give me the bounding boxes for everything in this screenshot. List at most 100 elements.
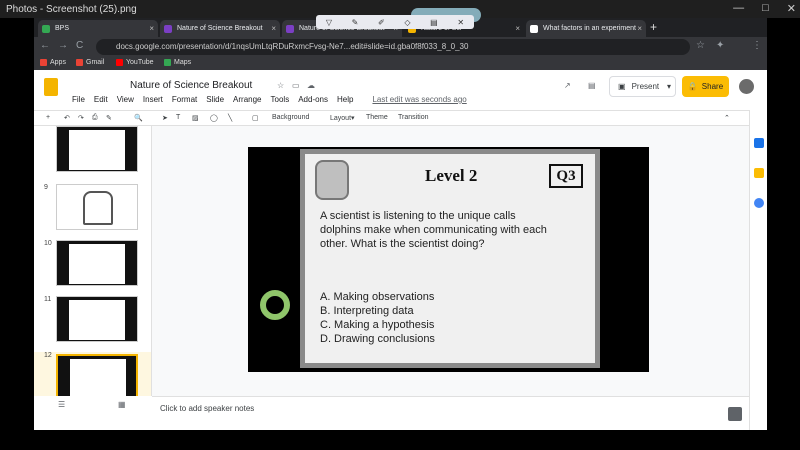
zoom-button[interactable]: 🔍 bbox=[134, 114, 143, 122]
tab-close-icon[interactable]: × bbox=[149, 24, 154, 33]
pen-icon[interactable]: ✎ bbox=[352, 18, 359, 27]
shape-icon[interactable]: ◯ bbox=[210, 114, 218, 122]
menu-tools[interactable]: Tools bbox=[271, 95, 290, 104]
close-overlay-icon[interactable]: ✕ bbox=[457, 18, 464, 27]
new-slide-button[interactable]: + bbox=[46, 114, 50, 121]
undo-icon[interactable]: ↶ bbox=[64, 114, 70, 122]
tab-label: What factors in an experiment bbox=[543, 25, 636, 32]
gmail-icon bbox=[76, 59, 83, 66]
print-icon[interactable]: ⎙ bbox=[92, 114, 98, 122]
menu-help[interactable]: Help bbox=[337, 95, 353, 104]
menu-arrange[interactable]: Arrange bbox=[233, 95, 261, 104]
background-button[interactable]: Background bbox=[272, 114, 309, 121]
tasks-icon[interactable] bbox=[754, 198, 764, 208]
maximize-button[interactable]: □ bbox=[762, 2, 769, 15]
menu-addons[interactable]: Add-ons bbox=[298, 95, 328, 104]
share-button[interactable]: 🔒 Share bbox=[682, 76, 729, 97]
tab-close-icon[interactable]: × bbox=[515, 24, 520, 33]
slides-favicon-icon bbox=[164, 24, 172, 33]
line-icon[interactable]: ╲ bbox=[228, 114, 232, 122]
activity-icon[interactable]: ↗ bbox=[564, 81, 571, 90]
doc-title[interactable]: Nature of Science Breakout bbox=[130, 80, 252, 91]
slide-thumbnail[interactable] bbox=[56, 296, 138, 342]
answer-d: D. Drawing conclusions bbox=[320, 333, 435, 345]
calendar-icon[interactable] bbox=[754, 138, 764, 148]
close-button[interactable]: ✕ bbox=[787, 2, 796, 15]
menu-file[interactable]: File bbox=[72, 95, 85, 104]
menu-slide[interactable]: Slide bbox=[206, 95, 224, 104]
keep-icon[interactable] bbox=[754, 168, 764, 178]
thumbnail-12-selected[interactable]: 12 bbox=[34, 352, 151, 396]
textbox-icon[interactable]: T bbox=[176, 114, 180, 121]
bookmark-label: Maps bbox=[174, 59, 192, 66]
grid-view-icon[interactable]: ▦ bbox=[118, 400, 126, 409]
answer-list: A. Making observations B. Interpreting d… bbox=[320, 290, 435, 346]
tab-what-factors[interactable]: What factors in an experiment × bbox=[526, 20, 646, 37]
reload-button[interactable]: C bbox=[76, 40, 83, 51]
youtube-icon bbox=[116, 59, 123, 66]
bookmark-youtube[interactable]: YouTube bbox=[116, 59, 154, 66]
last-edit-link[interactable]: Last edit was seconds ago bbox=[372, 95, 466, 104]
back-button[interactable]: ← bbox=[40, 40, 50, 51]
star-icon[interactable]: ☆ bbox=[696, 40, 705, 51]
move-folder-icon[interactable]: ▭ bbox=[292, 81, 300, 90]
photos-window-title: Photos - Screenshot (25).png bbox=[6, 4, 137, 15]
present-icon: ▣ bbox=[618, 82, 626, 91]
chevron-right-icon[interactable]: › bbox=[754, 428, 764, 430]
slides-logo-icon[interactable] bbox=[44, 78, 58, 96]
menu-insert[interactable]: Insert bbox=[143, 95, 163, 104]
menu-bar: File Edit View Insert Format Slide Arran… bbox=[72, 95, 467, 104]
slide-thumbnail[interactable] bbox=[56, 126, 138, 172]
minimize-button[interactable]: — bbox=[733, 2, 744, 15]
browser-toolbar: ← → C docs.google.com/presentation/d/1nq… bbox=[34, 37, 767, 57]
bookmark-gmail[interactable]: Gmail bbox=[76, 59, 104, 66]
menu-edit[interactable]: Edit bbox=[94, 95, 108, 104]
slide-thumbnail[interactable] bbox=[56, 354, 138, 396]
paint-format-icon[interactable]: ✎ bbox=[106, 114, 112, 122]
select-icon[interactable]: ➤ bbox=[162, 114, 168, 122]
comments-icon[interactable]: ▤ bbox=[588, 81, 596, 90]
maps-icon bbox=[164, 59, 171, 66]
tab-close-icon[interactable]: × bbox=[271, 24, 276, 33]
image-icon[interactable]: ▨ bbox=[192, 114, 199, 122]
collapse-toolbar-icon[interactable]: ⌃ bbox=[724, 114, 730, 122]
speaker-notes[interactable]: Click to add speaker notes bbox=[152, 396, 749, 430]
share-label: Share bbox=[701, 82, 724, 91]
thumbnail-10[interactable]: 10 bbox=[34, 240, 151, 292]
present-button[interactable]: ▣ Present ▾ bbox=[609, 76, 676, 97]
slide-filmstrip: 9 10 11 12 13 bbox=[34, 126, 152, 396]
highlighter-icon[interactable]: ✐ bbox=[378, 18, 385, 27]
menu-icon[interactable]: ⋮ bbox=[752, 40, 762, 51]
slide[interactable]: Level 2 Q3 A scientist is listening to t… bbox=[248, 147, 649, 372]
tab-nature-of-science-1[interactable]: Nature of Science Breakout × bbox=[160, 20, 280, 37]
comment-icon[interactable]: ▢ bbox=[252, 114, 259, 122]
bookmark-maps[interactable]: Maps bbox=[164, 59, 191, 66]
slides-header: Nature of Science Breakout ☆ ▭ ☁ File Ed… bbox=[34, 70, 767, 110]
slide-thumbnail[interactable] bbox=[56, 184, 138, 230]
bookmark-apps[interactable]: Apps bbox=[40, 59, 66, 66]
menu-format[interactable]: Format bbox=[172, 95, 197, 104]
slide-thumbnail[interactable] bbox=[56, 240, 138, 286]
menu-view[interactable]: View bbox=[117, 95, 134, 104]
eraser-icon[interactable]: ◇ bbox=[404, 18, 410, 27]
transition-button[interactable]: Transition bbox=[398, 114, 428, 121]
redo-icon[interactable]: ↷ bbox=[78, 114, 84, 122]
avatar[interactable] bbox=[739, 79, 754, 94]
thumbnail-8[interactable] bbox=[34, 126, 151, 176]
layout-button[interactable]: Layout▾ bbox=[330, 114, 355, 122]
extensions-icon[interactable]: ✦ bbox=[716, 40, 724, 51]
tab-bps[interactable]: BPS × bbox=[38, 20, 158, 37]
list-view-icon[interactable]: ☰ bbox=[58, 400, 65, 409]
address-bar[interactable]: docs.google.com/presentation/d/1nqsUmLtq… bbox=[96, 39, 690, 55]
clipboard-icon[interactable]: ▤ bbox=[430, 18, 438, 27]
explore-icon[interactable] bbox=[728, 407, 742, 421]
forward-button[interactable]: → bbox=[58, 40, 68, 51]
tab-close-icon[interactable]: × bbox=[637, 24, 642, 33]
chevron-down-icon[interactable]: ▾ bbox=[667, 82, 671, 91]
theme-button[interactable]: Theme bbox=[366, 114, 388, 121]
thumbnail-9[interactable]: 9 bbox=[34, 184, 151, 236]
thumbnail-11[interactable]: 11 bbox=[34, 296, 151, 348]
star-icon[interactable]: ☆ bbox=[277, 81, 284, 90]
pointer-icon[interactable]: ▽ bbox=[326, 18, 332, 27]
new-tab-button[interactable]: + bbox=[650, 20, 657, 34]
